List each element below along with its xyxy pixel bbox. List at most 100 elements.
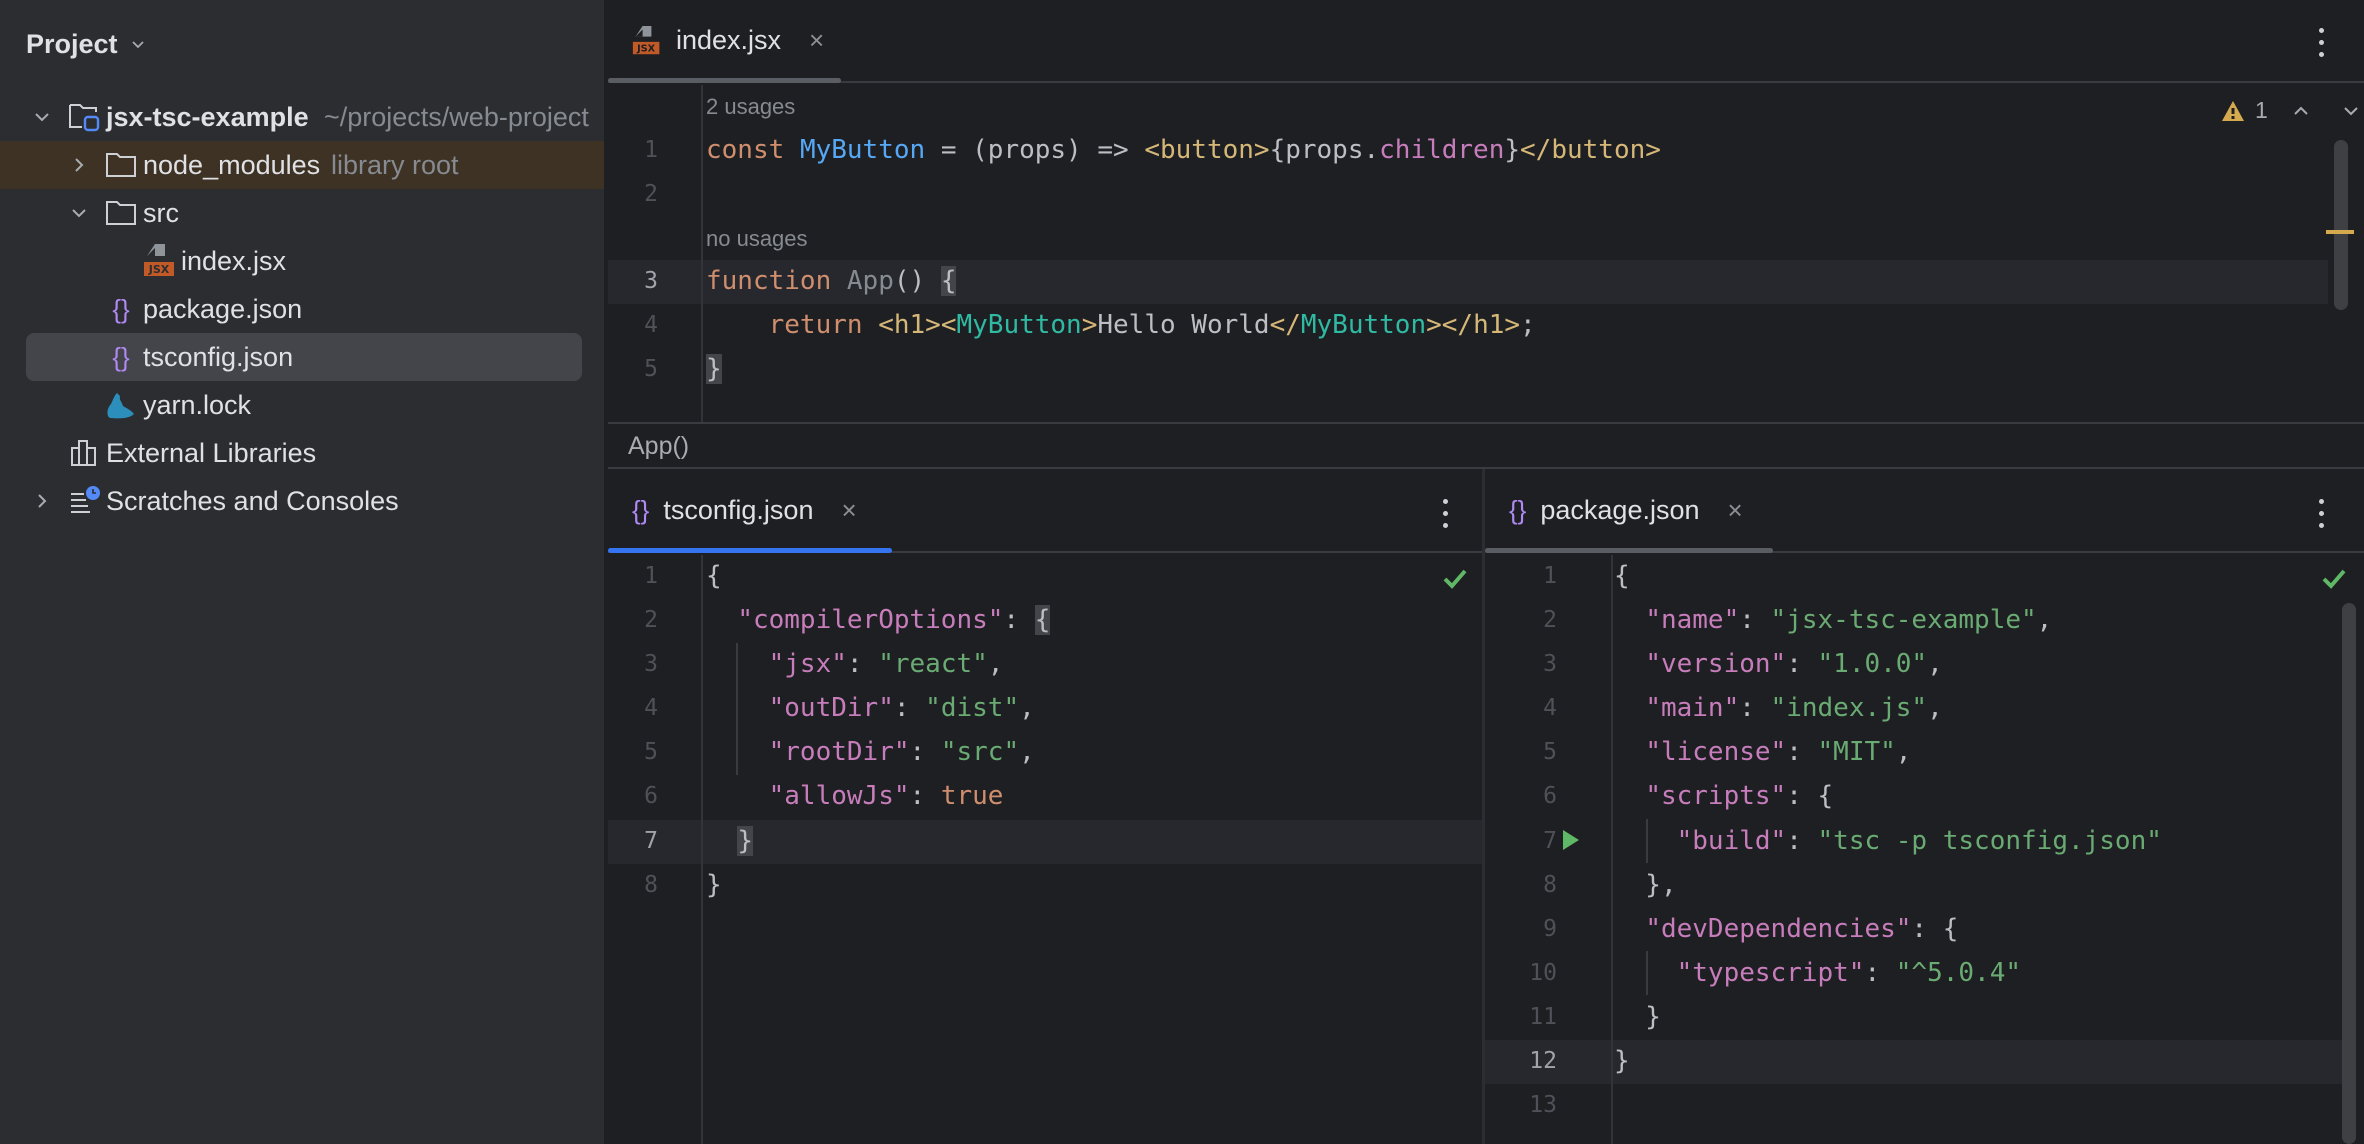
chevron-right-icon[interactable] [31,490,53,512]
code-line[interactable]: "rootDir": "src", [706,737,1035,767]
code-line[interactable]: "version": "1.0.0", [1614,649,1942,679]
code-line[interactable]: return <h1><MyButton>Hello World</MyButt… [706,310,1536,340]
code-token: "1.0.0" [1817,649,1928,679]
no-problems-check-icon[interactable] [1442,567,1468,591]
line-number[interactable]: 5 [618,739,658,765]
line-number[interactable]: 2 [618,607,658,633]
tsconfig-editor[interactable]: 1 {2 "compilerOptions": { 3 "jsx": "react"… [608,555,1482,1144]
tree-item-project-root[interactable]: jsx-tsc-example ~/projects/web-project [0,93,604,141]
code-token: { [1614,561,1630,591]
line-number[interactable]: 10 [1505,960,1557,986]
line-number[interactable]: 5 [1505,739,1557,765]
usages-hint[interactable]: no usages [706,226,808,252]
line-number[interactable]: 4 [1505,695,1557,721]
line-number[interactable]: 7 [1505,828,1557,854]
code-line[interactable]: "compilerOptions": { [706,605,1051,635]
line-number[interactable]: 1 [618,563,658,589]
line-number[interactable]: 8 [1505,872,1557,898]
code-line[interactable]: "devDependencies": { [1614,914,1958,944]
close-icon[interactable]: × [809,25,824,56]
chevron-down-icon[interactable] [31,106,53,128]
code-line[interactable]: "build": "tsc -p tsconfig.json" [1614,826,2162,856]
code-line[interactable]: const MyButton = (props) => <button>{pro… [706,135,1661,165]
line-number[interactable]: 3 [618,268,658,294]
project-view-selector[interactable]: Project [26,24,146,64]
line-number[interactable]: 13 [1505,1092,1557,1118]
vertical-scrollbar[interactable] [2342,603,2356,1144]
more-options-icon[interactable] [2317,28,2325,57]
line-number[interactable]: 4 [618,695,658,721]
code-line[interactable]: } [1614,1046,1630,1076]
code-line[interactable]: "allowJs": true [706,781,1004,811]
code-line[interactable]: "scripts": { [1614,781,1833,811]
breadcrumb[interactable]: App() [628,432,689,461]
close-icon[interactable]: × [1728,495,1743,526]
usages-hint[interactable]: 2 usages [706,94,795,120]
code-token: { [1034,605,1051,635]
code-line[interactable]: "main": "index.js", [1614,693,1942,723]
close-icon[interactable]: × [841,495,856,526]
line-number[interactable]: 2 [1505,607,1557,633]
code-line[interactable]: "outDir": "dist", [706,693,1035,723]
vertical-scrollbar[interactable] [2334,140,2348,310]
line-number[interactable]: 9 [1505,916,1557,942]
jsx-file-icon: JSX [632,25,660,54]
run-script-icon[interactable] [1563,830,1579,850]
code-line[interactable]: "license": "MIT", [1614,737,1911,767]
code-line[interactable]: "name": "jsx-tsc-example", [1614,605,2052,635]
line-number[interactable]: 1 [1505,563,1557,589]
tree-item-index-jsx[interactable]: JSX index.jsx [0,237,604,285]
code-line[interactable]: function App() { [706,266,957,296]
code-token: "tsc -p tsconfig.json" [1817,826,2162,856]
top-editor[interactable]: 2 usages no usages 1 const MyButton = (pr… [608,85,2364,422]
chevron-right-icon[interactable] [68,154,90,176]
code-line[interactable]: { [706,561,722,591]
warning-marker[interactable] [2326,230,2354,234]
line-number[interactable]: 12 [1505,1048,1557,1074]
package-json-editor[interactable]: 1 {2 "name": "jsx-tsc-example", 3 "version… [1485,555,2364,1144]
tree-item-scratches[interactable]: Scratches and Consoles [0,477,604,525]
tab-index-jsx[interactable]: JSX index.jsx × [632,0,824,81]
line-number[interactable]: 5 [618,356,658,382]
line-number[interactable]: 6 [618,783,658,809]
tree-item-tsconfig-json[interactable]: {} tsconfig.json [0,333,604,381]
code-line[interactable]: } [706,354,722,384]
line-number[interactable]: 7 [618,828,658,854]
tree-path: ~/projects/web-project [324,101,589,132]
code-token: App [846,266,894,296]
tree-item-node-modules[interactable]: node_modules library root [0,141,604,189]
code-line[interactable]: { [1614,561,1630,591]
tree-item-yarn-lock[interactable]: yarn.lock [0,381,604,429]
code-line[interactable]: } [706,870,722,900]
line-number[interactable]: 8 [618,872,658,898]
code-token: <button> [1144,135,1270,165]
line-number[interactable]: 2 [618,181,658,207]
tree-item-external-libraries[interactable]: External Libraries [0,429,604,477]
chevron-down-icon[interactable] [68,202,90,224]
code-line[interactable]: }, [1614,870,1676,900]
tab-tsconfig-json[interactable]: {} tsconfig.json × [632,469,857,551]
line-number[interactable]: 3 [1505,651,1557,677]
line-number[interactable]: 11 [1505,1004,1557,1030]
line-number[interactable]: 3 [618,651,658,677]
line-number[interactable]: 1 [618,137,658,163]
line-number[interactable]: 6 [1505,783,1557,809]
code-line[interactable]: "typescript": "^5.0.4" [1614,958,2021,988]
line-number[interactable]: 4 [618,312,658,338]
no-problems-check-icon[interactable] [2321,567,2347,591]
code-line[interactable]: } [706,826,753,856]
inspection-widget[interactable]: 1 [2221,97,2360,124]
next-highlight-icon[interactable] [2342,102,2360,120]
previous-highlight-icon[interactable] [2292,102,2310,120]
code-line[interactable]: } [1614,1002,1661,1032]
tree-item-package-json[interactable]: {} package.json [0,285,604,333]
code-token: </ [1269,310,1301,340]
code-line[interactable]: "jsx": "react", [706,649,1004,679]
tab-package-json[interactable]: {} package.json × [1509,469,1743,551]
more-options-icon[interactable] [1441,499,1449,528]
more-options-icon[interactable] [2317,499,2325,528]
tree-item-src[interactable]: src [0,189,604,237]
